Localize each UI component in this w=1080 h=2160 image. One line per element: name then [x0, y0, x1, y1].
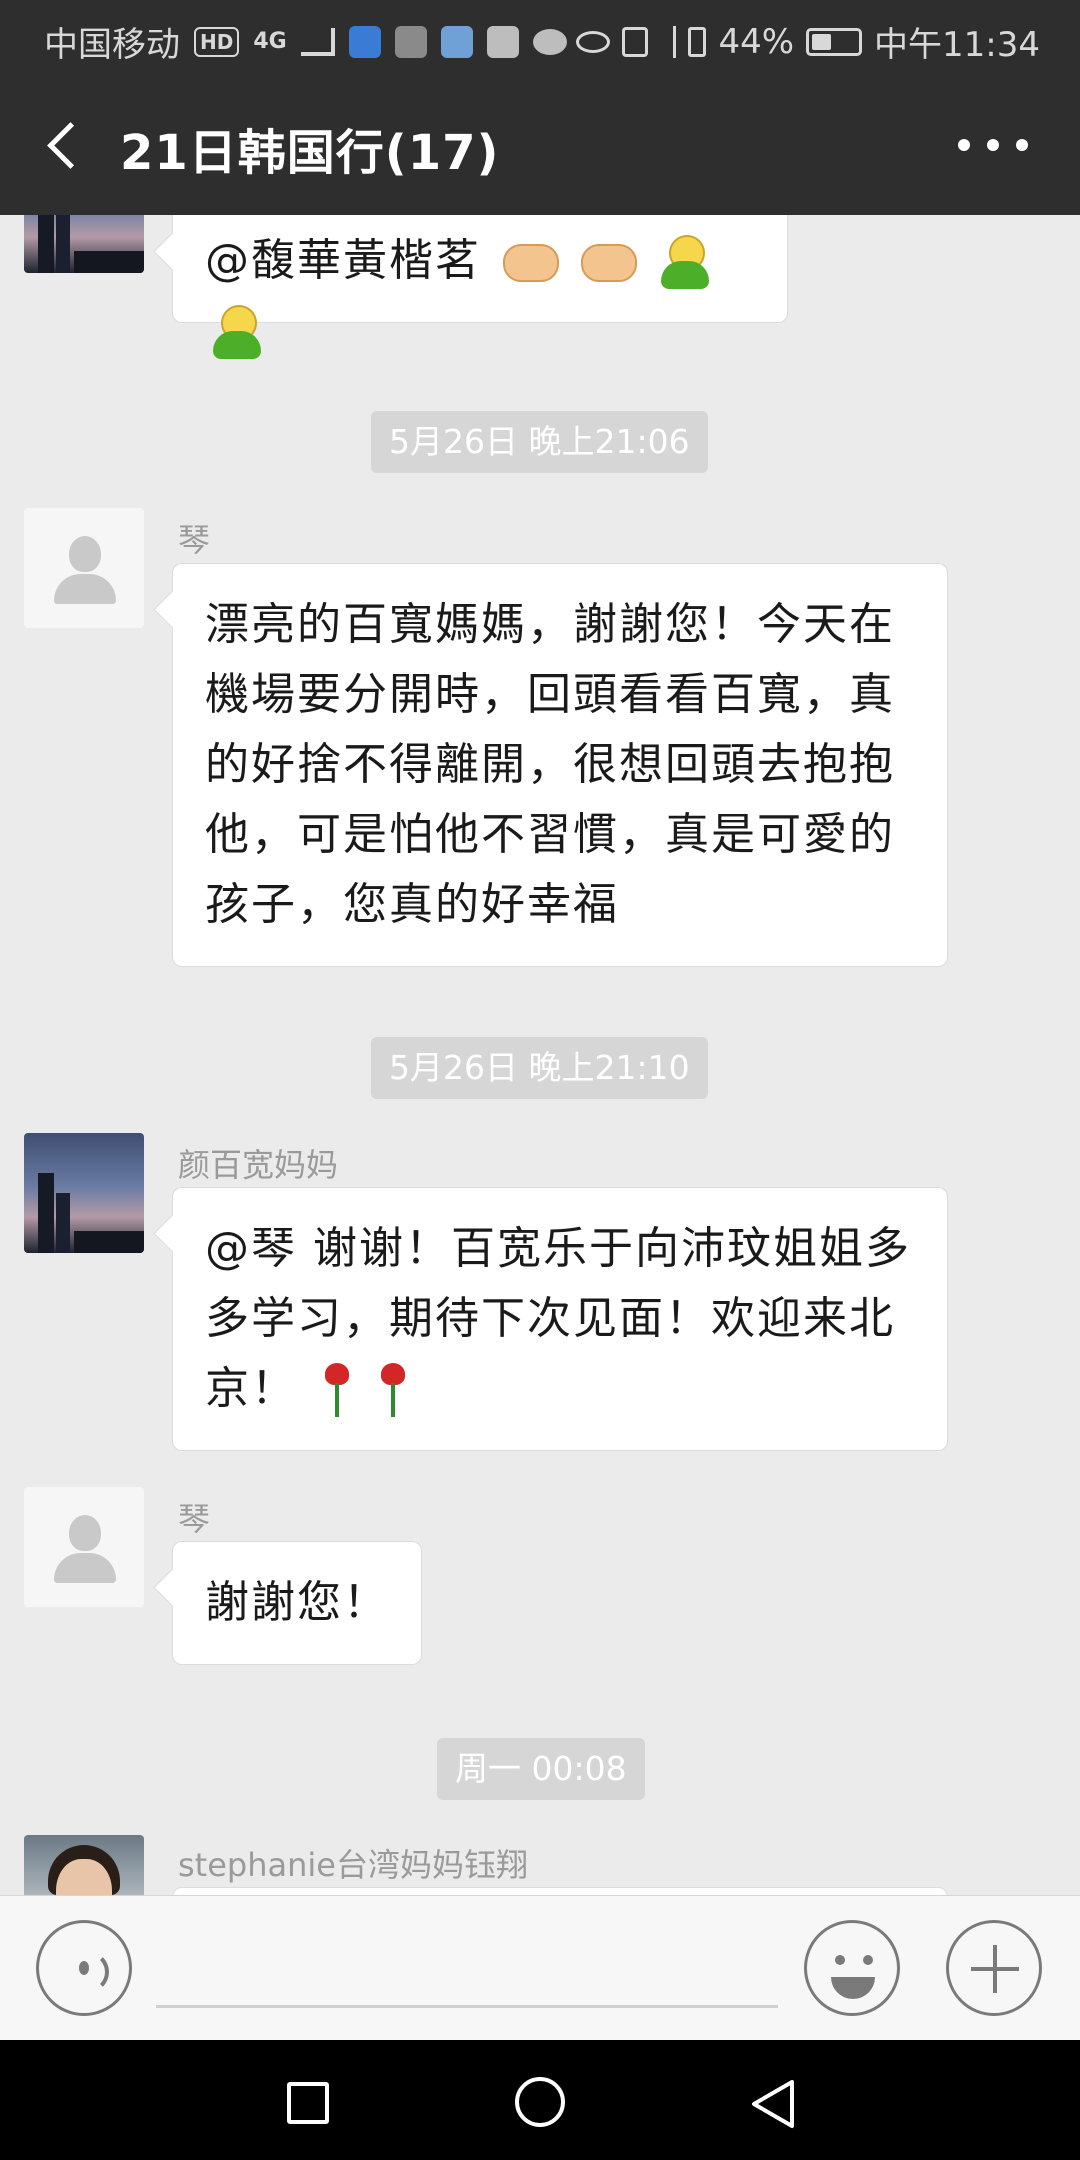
message-bubble[interactable]: @琴 谢谢！百宽乐于向沛玟姐姐多多学习，期待下次见面！欢迎来北京！	[172, 1187, 948, 1451]
timestamp: 5月26日 晚上21:10	[371, 1037, 708, 1099]
browser-icon	[440, 25, 473, 58]
message-bubble[interactable]: @馥華黃楷茗	[172, 215, 788, 359]
timestamp: 5月26日 晚上21:06	[371, 411, 708, 473]
vibrate-icon	[688, 26, 707, 57]
green-blob-emoji	[659, 235, 711, 291]
clock: 中午11:34	[874, 25, 1040, 65]
eye-icon	[576, 30, 611, 53]
status-right: 44% 中午11:34	[576, 17, 1040, 66]
battery-percent: 44%	[718, 21, 795, 62]
status-bar: 中国移动 HD 4G 44% 中午11:34	[0, 0, 1080, 75]
bluetooth-icon	[660, 25, 677, 58]
shield-icon	[348, 25, 381, 58]
message-text: 謝謝您！	[205, 1577, 389, 1628]
nfc-icon	[622, 26, 649, 57]
sender-name: 颜百宽妈妈	[178, 1146, 339, 1184]
network-label: 4G	[253, 29, 287, 54]
message-text: @馥華黃楷茗	[205, 235, 481, 286]
input-bar	[0, 1895, 1080, 2040]
more-icon[interactable]	[958, 127, 1028, 163]
avatar[interactable]	[24, 1133, 144, 1253]
avatar[interactable]	[24, 508, 144, 628]
handshake-emoji	[581, 244, 637, 282]
battery-fill	[812, 33, 832, 50]
chat-title: 21日韩国行(17)	[120, 125, 500, 181]
message-bubble[interactable]	[172, 1887, 948, 1895]
back-arrow-icon[interactable]	[36, 115, 96, 175]
signal-icon	[300, 27, 335, 56]
avatar[interactable]	[24, 1487, 144, 1607]
sender-name: 琴	[178, 1500, 211, 1538]
message-bubble[interactable]: 漂亮的百寬媽媽，謝謝您！今天在機場要分開時，回頭看看百寬，真的好捨不得離開，很想…	[172, 563, 948, 967]
emoji-icon[interactable]	[804, 1920, 900, 2016]
green-blob-emoji	[211, 305, 263, 361]
system-nav-bar	[0, 2040, 1080, 2160]
info-icon	[486, 25, 519, 58]
status-left: 中国移动 HD 4G	[44, 17, 567, 66]
carrier-label: 中国移动	[44, 25, 180, 65]
message-icon	[532, 28, 567, 55]
voice-icon[interactable]	[36, 1920, 132, 2016]
home-icon[interactable]	[515, 2077, 565, 2127]
plus-icon[interactable]	[946, 1920, 1042, 2016]
message-input[interactable]	[156, 1936, 778, 2008]
sender-name: stephanie台湾妈妈钰翔	[178, 1846, 528, 1884]
message-list[interactable]: @馥華黃楷茗 5月26日 晚上21:06 琴 漂亮的百寬媽媽，謝謝您！今天在機場…	[0, 215, 1080, 1895]
message-text: 漂亮的百寬媽媽，謝謝您！今天在機場要分開時，回頭看看百寬，真的好捨不得離開，很想…	[205, 599, 895, 930]
recent-apps-icon[interactable]	[287, 2082, 329, 2124]
handshake-emoji	[503, 244, 559, 282]
avatar[interactable]	[24, 215, 144, 273]
message-text: @琴 谢谢！百宽乐于向沛玟姐姐多多学习，期待下次见面！欢迎来北京！	[205, 1223, 911, 1414]
rose-emoji	[319, 1363, 353, 1419]
rose-emoji	[375, 1363, 409, 1419]
hd-badge: HD	[194, 26, 240, 57]
sender-name: 琴	[178, 521, 211, 559]
app-icon	[394, 25, 427, 58]
avatar[interactable]	[24, 1835, 144, 1895]
message-bubble[interactable]: 謝謝您！	[172, 1541, 422, 1665]
timestamp: 周一 00:08	[437, 1738, 645, 1800]
chat-header: 21日韩国行(17)	[0, 75, 1080, 215]
battery-icon	[806, 27, 863, 56]
